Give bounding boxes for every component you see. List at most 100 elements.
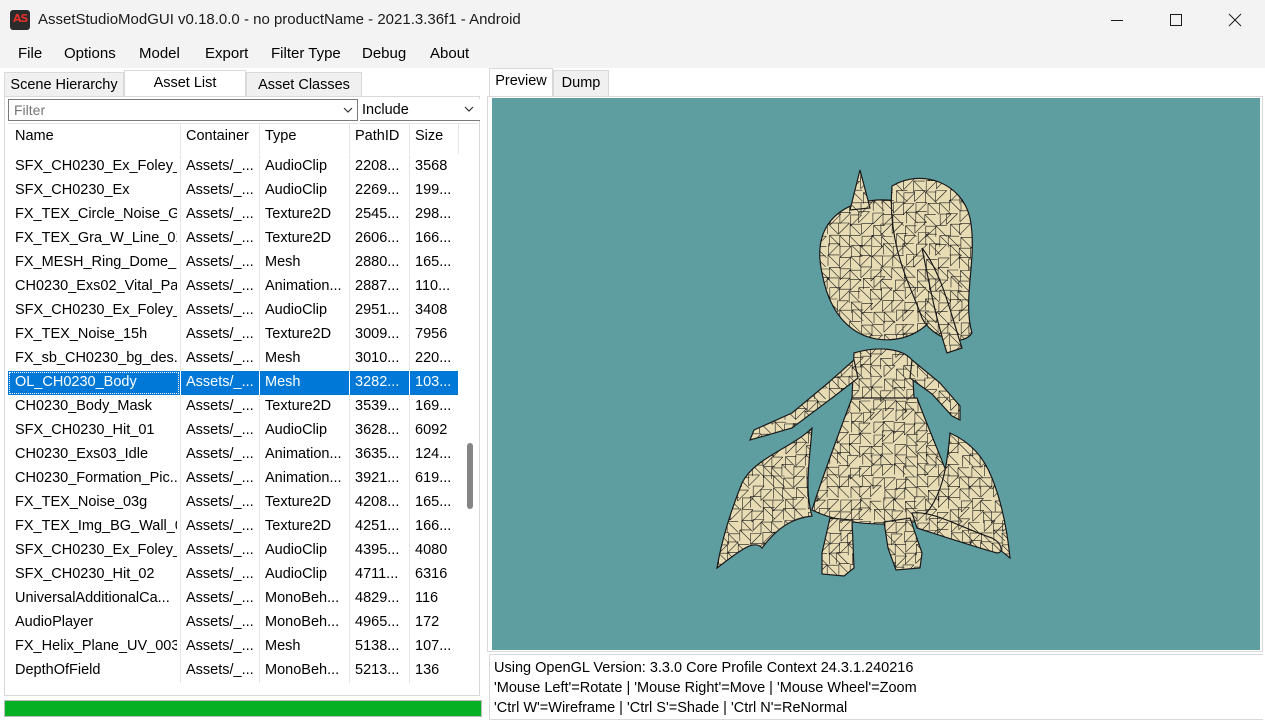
- chevron-down-icon[interactable]: [343, 106, 353, 114]
- cell-name: SFX_CH0230_Ex_Foley_...: [15, 542, 177, 558]
- asset-list-view[interactable]: Name Container Type PathID Size SFX_CH02…: [8, 123, 478, 693]
- cell-pathid: 2545...: [355, 206, 400, 222]
- menu-debug[interactable]: Debug: [362, 45, 406, 62]
- app-icon: AS: [10, 10, 30, 30]
- keyboard-controls-help: 'Ctrl W'=Wireframe | 'Ctrl S'=Shade | 'C…: [494, 700, 848, 716]
- column-divider[interactable]: [409, 124, 410, 154]
- opengl-viewport[interactable]: [492, 98, 1260, 650]
- cell-size: 165...: [415, 494, 452, 510]
- cell-pathid: 4965...: [355, 614, 400, 630]
- menu-options[interactable]: Options: [64, 45, 116, 62]
- column-divider[interactable]: [259, 124, 260, 154]
- table-row[interactable]: FX_TEX_Noise_15h Assets/_... Texture2D 3009…: [8, 323, 458, 347]
- table-row[interactable]: UniversalAdditionalCa... Assets/_... MonoB…: [8, 587, 458, 611]
- cell-type: Texture2D: [265, 206, 332, 222]
- cell-pathid: 4829...: [355, 590, 400, 606]
- table-row[interactable]: FX_MESH_Ring_Dome_... Assets/_... Mesh 2880…: [8, 251, 458, 275]
- table-row[interactable]: FX_TEX_Circle_Noise_G... Assets/_... Textu…: [8, 203, 458, 227]
- cell-type: Texture2D: [265, 326, 332, 342]
- wireframe-model[interactable]: [492, 98, 1260, 650]
- table-row[interactable]: SFX_CH0230_Ex_Foley_... Assets/_... AudioC…: [8, 155, 458, 179]
- table-row[interactable]: CH0230_Exs03_Idle Assets/_... Animation...…: [8, 443, 458, 467]
- table-row[interactable]: SFX_CH0230_Ex_Foley_... Assets/_... AudioC…: [8, 299, 458, 323]
- table-row[interactable]: AudioPlayer Assets/_... MonoBeh... 4965... 1…: [8, 611, 458, 635]
- menu-file[interactable]: File: [18, 45, 42, 62]
- cell-pathid: 4395...: [355, 542, 400, 558]
- tab-scene-hierarchy[interactable]: Scene Hierarchy: [4, 72, 124, 98]
- close-button[interactable]: [1206, 0, 1264, 40]
- filter-combobox[interactable]: [8, 99, 358, 121]
- vertical-scrollbar-thumb[interactable]: [467, 443, 473, 509]
- cell-divider: [259, 155, 260, 179]
- minimize-button[interactable]: [1088, 0, 1146, 40]
- cell-type: AudioClip: [265, 302, 328, 318]
- filter-input[interactable]: [9, 100, 339, 120]
- cell-type: Animation...: [265, 278, 342, 294]
- table-row[interactable]: FX_sb_CH0230_bg_des... Assets/_... Mesh 301…: [8, 347, 458, 371]
- table-row[interactable]: SFX_CH0230_Ex_Foley_... Assets/_... AudioC…: [8, 539, 458, 563]
- opengl-version-text: Using OpenGL Version: 3.3.0 Core Profile…: [494, 660, 914, 676]
- table-row[interactable]: FX_TEX_Noise_03g Assets/_... Texture2D 4208…: [8, 491, 458, 515]
- model-left-wing: [716, 426, 813, 570]
- include-exclude-select[interactable]: Include: [360, 99, 480, 121]
- cell-divider: [180, 515, 181, 539]
- cell-type: Animation...: [265, 470, 342, 486]
- column-header-name[interactable]: Name: [15, 128, 54, 144]
- cell-divider: [180, 179, 181, 203]
- menu-filter-type[interactable]: Filter Type: [271, 45, 341, 62]
- cell-divider: [259, 299, 260, 323]
- menu-about[interactable]: About: [430, 45, 469, 62]
- progress-bar: [4, 700, 482, 717]
- table-row[interactable]: FX_TEX_Gra_W_Line_01b Assets/_... Texture2…: [8, 227, 458, 251]
- column-divider[interactable]: [349, 124, 350, 154]
- cell-size: 169...: [415, 398, 452, 414]
- column-header-pathid[interactable]: PathID: [355, 128, 399, 144]
- column-header-size[interactable]: Size: [415, 128, 443, 144]
- table-row[interactable]: CH0230_Formation_Pic... Assets/_... Animat…: [8, 467, 458, 491]
- cell-type: Texture2D: [265, 494, 332, 510]
- table-row[interactable]: FX_TEX_Img_BG_Wall_08 Assets/_... Texture2…: [8, 515, 458, 539]
- cell-name: FX_TEX_Noise_03g: [15, 494, 148, 510]
- table-row[interactable]: FX_Helix_Plane_UV_003 Assets/_... Mesh 5138…: [8, 635, 458, 659]
- right-pane: Preview Dump Using OpenGL Version: 3.3.0…: [487, 68, 1265, 720]
- table-row[interactable]: SFX_CH0230_Hit_01 Assets/_... AudioClip 362…: [8, 419, 458, 443]
- table-row[interactable]: OL_CH0230_Body Assets/_... Mesh 3282... 103.…: [8, 371, 458, 395]
- cell-container: Assets/_...: [186, 350, 254, 366]
- cell-container: Assets/_...: [186, 518, 254, 534]
- menu-model[interactable]: Model: [139, 45, 180, 62]
- column-header-type[interactable]: Type: [265, 128, 296, 144]
- tab-dump[interactable]: Dump: [553, 70, 609, 96]
- table-row[interactable]: CH0230_Exs02_Vital_Pa... Assets/_... Anima…: [8, 275, 458, 299]
- tab-asset-classes[interactable]: Asset Classes: [246, 72, 362, 98]
- cell-divider: [259, 443, 260, 467]
- table-row[interactable]: CH0230_Body_Mask Assets/_... Texture2D 3539…: [8, 395, 458, 419]
- cell-pathid: 3539...: [355, 398, 400, 414]
- cell-size: 124...: [415, 446, 452, 462]
- cell-name: SFX_CH0230_Ex_Foley_...: [15, 302, 177, 318]
- cell-divider: [180, 563, 181, 587]
- tab-preview[interactable]: Preview: [489, 68, 553, 97]
- cell-container: Assets/_...: [186, 302, 254, 318]
- cell-name: CH0230_Exs03_Idle: [15, 446, 149, 462]
- column-divider[interactable]: [180, 124, 181, 154]
- cell-type: MonoBeh...: [265, 614, 340, 630]
- cell-divider: [259, 611, 260, 635]
- tab-asset-list[interactable]: Asset List: [124, 70, 246, 99]
- maximize-button[interactable]: [1147, 0, 1205, 40]
- menu-export[interactable]: Export: [205, 45, 248, 62]
- cell-container: Assets/_...: [186, 662, 254, 678]
- table-row[interactable]: DepthOfField Assets/_... MonoBeh... 5213...…: [8, 659, 458, 683]
- cell-pathid: 3635...: [355, 446, 400, 462]
- cell-container: Assets/_...: [186, 566, 254, 582]
- table-row[interactable]: SFX_CH0230_Hit_02 Assets/_... AudioClip 471…: [8, 563, 458, 587]
- title-bar: AS AssetStudioModGUI v0.18.0.0 - no prod…: [0, 0, 1265, 40]
- cell-pathid: 5138...: [355, 638, 400, 654]
- column-divider[interactable]: [458, 124, 459, 154]
- cell-divider: [259, 323, 260, 347]
- progress-bar-fill: [5, 701, 481, 716]
- cell-divider: [180, 395, 181, 419]
- table-row[interactable]: SFX_CH0230_Ex Assets/_... AudioClip 2269...…: [8, 179, 458, 203]
- cell-type: Mesh: [265, 254, 301, 270]
- column-header-container[interactable]: Container: [186, 128, 249, 144]
- cell-name: FX_TEX_Img_BG_Wall_08: [15, 518, 177, 534]
